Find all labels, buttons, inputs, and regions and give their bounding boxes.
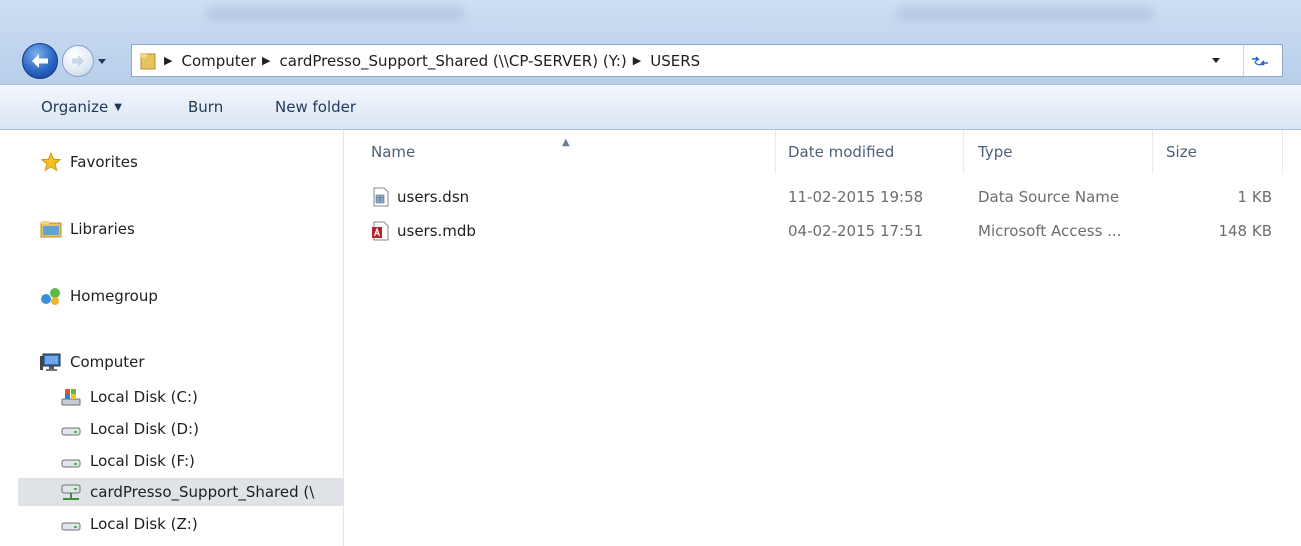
hard-drive-icon	[60, 418, 82, 440]
burn-label: Burn	[188, 98, 224, 116]
navigation-pane: Favorites Libraries Homegroup Computer L…	[0, 130, 344, 546]
file-date: 04-02-2015 17:51	[788, 222, 924, 240]
file-type: Microsoft Access ...	[978, 222, 1122, 240]
column-divider[interactable]	[775, 130, 776, 174]
column-divider[interactable]	[963, 130, 964, 174]
breadcrumb-item-users[interactable]: USERS	[650, 52, 700, 70]
column-header-type[interactable]: Type	[978, 130, 1148, 174]
file-size: 1 KB	[1237, 188, 1272, 206]
file-size: 148 KB	[1218, 222, 1272, 240]
new-folder-button[interactable]: New folder	[275, 85, 356, 129]
column-divider[interactable]	[1152, 130, 1153, 174]
sidebar-item-label: Computer	[70, 353, 145, 371]
system-drive-icon	[60, 386, 82, 408]
sidebar-item-drive-z[interactable]: Local Disk (Z:)	[60, 510, 198, 538]
sidebar-item-libraries[interactable]: Libraries	[40, 215, 135, 243]
organize-label: Organize	[41, 98, 109, 116]
column-header-label: Type	[978, 143, 1013, 161]
sidebar-item-drive-f[interactable]: Local Disk (F:)	[60, 447, 195, 475]
sidebar-item-computer[interactable]: Computer	[40, 348, 145, 376]
chevron-down-icon: ▼	[114, 101, 122, 113]
address-bar-region: ▶ Computer ▶ cardPresso_Support_Shared (…	[0, 0, 1301, 84]
access-file-icon	[372, 221, 389, 241]
network-drive-icon	[60, 481, 82, 503]
dsn-file-icon	[373, 187, 389, 207]
sidebar-item-drive-c[interactable]: Local Disk (C:)	[60, 383, 198, 411]
breadcrumb-separator-icon[interactable]: ▶	[633, 54, 641, 67]
folder-icon	[140, 53, 156, 69]
blurred-title-text	[205, 6, 465, 22]
column-header-date[interactable]: Date modified	[788, 130, 958, 174]
sidebar-item-network-share[interactable]: cardPresso_Support_Shared (\	[18, 478, 344, 506]
sidebar-item-homegroup[interactable]: Homegroup	[40, 282, 158, 310]
column-divider[interactable]	[1282, 130, 1283, 174]
sidebar-item-label: Local Disk (C:)	[90, 388, 198, 406]
burn-button[interactable]: Burn	[188, 85, 223, 129]
table-row[interactable]: users.dsn 11-02-2015 19:58 Data Source N…	[344, 182, 1301, 212]
back-arrow-icon	[32, 54, 48, 68]
chevron-down-icon	[1212, 58, 1220, 63]
file-name-cell[interactable]: users.mdb	[371, 216, 476, 246]
organize-button[interactable]: Organize ▼	[41, 85, 122, 129]
address-history-dropdown[interactable]	[1206, 45, 1226, 76]
column-header-name[interactable]: Name	[371, 130, 771, 174]
hard-drive-icon	[60, 450, 82, 472]
sidebar-item-label: Favorites	[70, 153, 138, 171]
new-folder-label: New folder	[275, 98, 357, 116]
sidebar-item-label: Local Disk (D:)	[90, 420, 199, 438]
breadcrumb-separator-icon[interactable]: ▶	[262, 54, 270, 67]
file-name: users.mdb	[397, 222, 476, 240]
recent-pages-dropdown[interactable]	[96, 55, 108, 67]
refresh-icon	[1252, 55, 1268, 66]
column-header-label: Date modified	[788, 143, 895, 161]
back-button[interactable]	[22, 43, 58, 79]
command-toolbar: Organize ▼ Burn New folder	[0, 84, 1301, 130]
file-date: 11-02-2015 19:58	[788, 188, 924, 206]
refresh-button[interactable]	[1246, 45, 1274, 76]
file-name-cell[interactable]: users.dsn	[371, 182, 469, 212]
sidebar-item-label: Local Disk (F:)	[90, 452, 195, 470]
sidebar-item-label: Local Disk (Z:)	[90, 515, 198, 533]
file-list: ▲ Name Date modified Type Size users.dsn…	[344, 130, 1301, 546]
address-field[interactable]: ▶ Computer ▶ cardPresso_Support_Shared (…	[131, 44, 1283, 77]
sidebar-item-favorites[interactable]: Favorites	[40, 148, 138, 176]
hard-drive-icon	[60, 513, 82, 535]
column-header-label: Name	[371, 143, 416, 161]
sidebar-item-drive-d[interactable]: Local Disk (D:)	[60, 415, 199, 443]
forward-button[interactable]	[62, 45, 94, 77]
breadcrumb-item-computer[interactable]: Computer	[181, 52, 256, 70]
sidebar-item-label: Libraries	[70, 220, 135, 238]
blurred-title-text	[895, 6, 1155, 22]
file-type: Data Source Name	[978, 188, 1120, 206]
star-icon	[40, 151, 62, 173]
divider	[1243, 45, 1244, 76]
sidebar-item-label: cardPresso_Support_Shared (\	[90, 483, 315, 501]
breadcrumb: ▶ Computer ▶ cardPresso_Support_Shared (…	[140, 45, 700, 76]
column-header-size[interactable]: Size	[1166, 130, 1276, 174]
breadcrumb-item-share[interactable]: cardPresso_Support_Shared (\\CP-SERVER) …	[280, 52, 627, 70]
table-row[interactable]: users.mdb 04-02-2015 17:51 Microsoft Acc…	[344, 216, 1301, 246]
chevron-down-icon	[98, 58, 106, 64]
homegroup-icon	[40, 285, 62, 307]
forward-arrow-icon	[72, 55, 84, 67]
sidebar-item-label: Homegroup	[70, 287, 158, 305]
column-header-label: Size	[1166, 143, 1197, 161]
computer-icon	[40, 351, 62, 373]
libraries-icon	[40, 218, 62, 240]
file-name: users.dsn	[397, 188, 470, 206]
breadcrumb-separator-icon[interactable]: ▶	[164, 54, 172, 67]
